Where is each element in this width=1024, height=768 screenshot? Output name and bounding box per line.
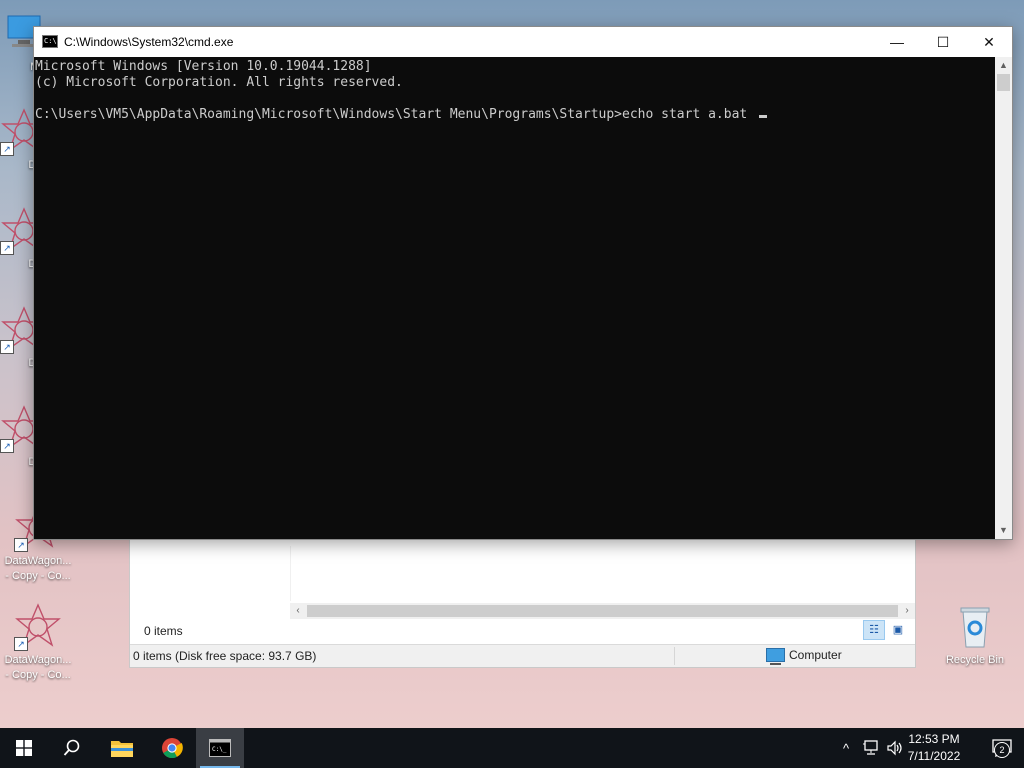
search-button[interactable]: [48, 728, 96, 768]
taskbar-cmd[interactable]: C:\_: [196, 728, 244, 768]
console-output[interactable]: Microsoft Windows [Version 10.0.19044.12…: [34, 57, 995, 539]
network-status[interactable]: [860, 728, 882, 768]
action-center-button[interactable]: 2: [980, 728, 1024, 768]
console-line: (c) Microsoft Corporation. All rights re…: [35, 75, 403, 90]
status-free-space: 0 items (Disk free space: 93.7 GB): [133, 649, 317, 663]
cmd-titlebar[interactable]: C:\ C:\Windows\System32\cmd.exe — ☐ ✕: [34, 27, 1012, 57]
maximize-icon: ☐: [936, 33, 950, 50]
taskbar-clock[interactable]: 12:53 PM 7/11/2022: [896, 731, 972, 765]
console-prompt-text: C:\Users\VM5\AppData\Roaming\Microsoft\W…: [35, 107, 756, 122]
desktop-icon-label: DataWagon... - Copy - Co...: [4, 654, 72, 681]
status-separator: [674, 647, 675, 665]
desktop-icon-label: DataWagon... - Copy - Co...: [4, 555, 72, 582]
scroll-down-icon[interactable]: ▼: [995, 522, 1012, 539]
status-bar: 0 items (Disk free space: 93.7 GB) Compu…: [130, 644, 915, 667]
cmd-window[interactable]: C:\ C:\Windows\System32\cmd.exe — ☐ ✕ Mi…: [33, 26, 1013, 540]
taskbar: C:\_ ^ 12:53 PM 7/11/2022 2: [0, 728, 1024, 768]
file-explorer-window[interactable]: ‹ › 0 items ☷ ▣ 0 items (Disk free space…: [129, 536, 916, 668]
shortcut-arrow-icon: ↗: [0, 142, 14, 156]
clock-time: 12:53 PM: [908, 732, 960, 746]
shortcut-arrow-icon: ↗: [0, 340, 14, 354]
details-view-icon[interactable]: ☷: [863, 620, 885, 640]
console-line: ​: [35, 91, 995, 107]
recycle-bin-icon: [951, 603, 999, 651]
minimize-icon: —: [890, 34, 904, 50]
horizontal-scrollbar[interactable]: ‹ ›: [290, 603, 915, 619]
window-title: C:\Windows\System32\cmd.exe: [64, 35, 234, 49]
large-icons-view-icon[interactable]: ▣: [887, 620, 909, 640]
datawagon-icon: ↗: [14, 603, 62, 651]
window-controls: — ☐ ✕: [874, 27, 1012, 57]
clock-date: 7/11/2022: [907, 749, 961, 763]
close-button[interactable]: ✕: [966, 27, 1012, 57]
start-button[interactable]: [0, 728, 48, 768]
status-location: Computer: [766, 648, 842, 665]
search-icon: [63, 739, 80, 756]
tray-overflow-chevron[interactable]: ^: [836, 728, 856, 768]
desktop-icon-datawagon[interactable]: ↗ DataWagon... - Copy - Co...: [0, 603, 76, 683]
scroll-left-icon[interactable]: ‹: [290, 603, 306, 619]
notification-count-badge: 2: [994, 742, 1010, 758]
scrollbar-thumb[interactable]: [997, 74, 1010, 91]
scroll-up-icon[interactable]: ▲: [995, 57, 1012, 74]
svg-text:C:\_: C:\_: [212, 746, 227, 753]
shortcut-arrow-icon: ↗: [0, 241, 14, 255]
shortcut-arrow-icon: ↗: [14, 538, 28, 552]
shortcut-arrow-icon: ↗: [0, 439, 14, 453]
file-explorer-icon: [111, 741, 133, 757]
taskbar-chrome[interactable]: [148, 728, 196, 768]
taskbar-file-explorer[interactable]: [98, 728, 146, 768]
console-prompt-line: C:\Users\VM5\AppData\Roaming\Microsoft\W…: [35, 107, 995, 123]
shortcut-arrow-icon: ↗: [14, 637, 28, 651]
console-line: Microsoft Windows [Version 10.0.19044.12…: [35, 59, 372, 74]
cmd-app-icon[interactable]: C:\: [42, 35, 58, 48]
cmd-icon: C:\_: [209, 739, 231, 757]
minimize-button[interactable]: —: [874, 27, 920, 57]
windows-logo-icon: [16, 740, 32, 756]
network-icon: [863, 740, 878, 755]
navigation-pane-divider[interactable]: [290, 546, 291, 601]
computer-icon: [766, 648, 785, 665]
vertical-scrollbar[interactable]: ▲ ▼: [995, 57, 1012, 539]
view-toggle: ☷ ▣: [863, 620, 909, 640]
desktop-icon-label: Recycle Bin: [945, 654, 1005, 666]
text-cursor: [759, 115, 768, 118]
chevron-up-icon: ^: [842, 740, 850, 756]
status-location-label: Computer: [789, 648, 842, 662]
scrollbar-thumb[interactable]: [307, 605, 898, 617]
maximize-button[interactable]: ☐: [920, 27, 966, 57]
chrome-icon: [162, 738, 183, 759]
item-count: 0 items: [144, 624, 183, 638]
explorer-content-area[interactable]: [130, 536, 915, 602]
desktop-icon-recycle-bin[interactable]: Recycle Bin: [937, 603, 1013, 668]
close-icon: ✕: [983, 33, 995, 50]
scroll-right-icon[interactable]: ›: [899, 603, 915, 619]
